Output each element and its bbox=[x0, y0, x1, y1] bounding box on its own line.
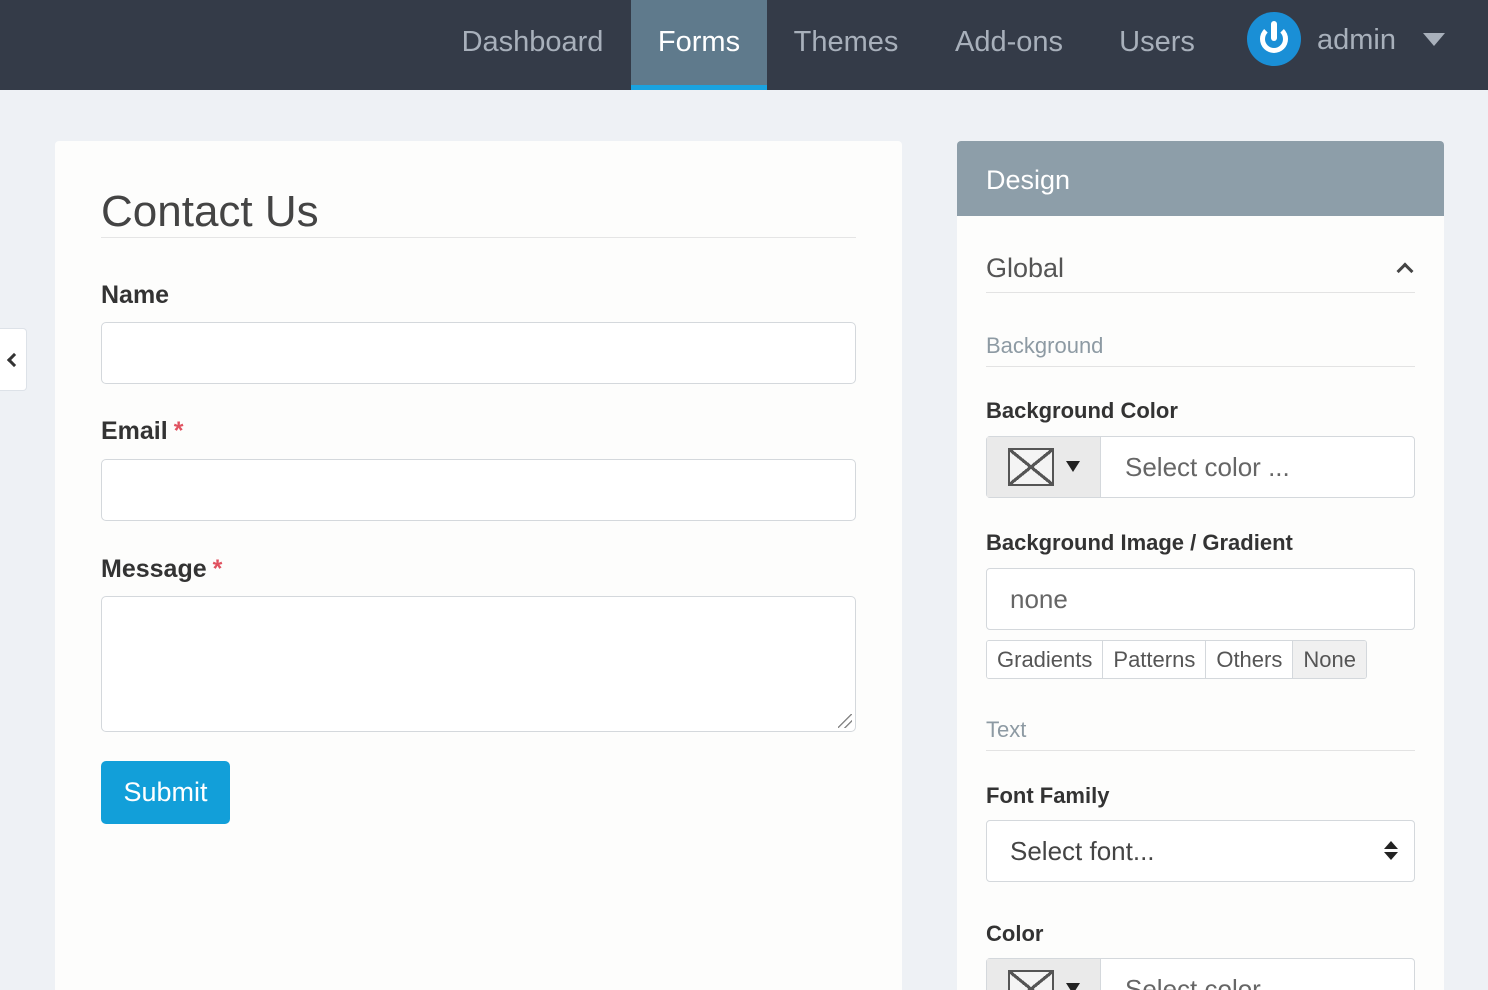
design-panel-header: Design bbox=[957, 141, 1444, 216]
background-divider bbox=[986, 366, 1415, 367]
text-color-input[interactable]: Select color ... bbox=[1125, 959, 1290, 990]
name-input[interactable] bbox=[101, 322, 856, 384]
background-heading: Background bbox=[986, 333, 1104, 358]
title-divider bbox=[101, 237, 856, 238]
sort-icon bbox=[1384, 841, 1398, 861]
gradients-button[interactable]: Gradients bbox=[987, 641, 1104, 678]
design-panel: Design Global Background Background Colo… bbox=[957, 141, 1444, 990]
caret-down-icon bbox=[1066, 983, 1080, 990]
background-color-picker[interactable]: Select color ... bbox=[986, 436, 1415, 498]
caret-down-icon[interactable] bbox=[1423, 33, 1445, 46]
patterns-button[interactable]: Patterns bbox=[1103, 641, 1207, 678]
nav-users[interactable]: Users bbox=[1104, 0, 1210, 90]
background-color-input[interactable]: Select color ... bbox=[1125, 437, 1290, 497]
font-family-select[interactable]: Select font... bbox=[986, 820, 1415, 882]
background-color-label: Background Color bbox=[986, 398, 1178, 423]
submit-button[interactable]: Submit bbox=[101, 761, 230, 824]
resize-grip-icon[interactable] bbox=[838, 714, 852, 728]
text-divider bbox=[986, 750, 1415, 751]
font-family-label: Font Family bbox=[986, 783, 1110, 808]
power-icon[interactable] bbox=[1247, 12, 1301, 66]
message-textarea[interactable] bbox=[101, 596, 856, 732]
caret-down-icon bbox=[1066, 461, 1080, 472]
background-type-buttons: Gradients Patterns Others None bbox=[986, 640, 1367, 679]
font-family-value: Select font... bbox=[1010, 836, 1155, 866]
message-label: Message * bbox=[101, 555, 223, 583]
text-heading: Text bbox=[986, 717, 1027, 742]
top-nav: Dashboard Forms Themes Add-ons Users adm… bbox=[0, 0, 1488, 90]
chevron-left-icon bbox=[6, 352, 22, 368]
form-title: Contact Us bbox=[101, 187, 319, 236]
section-global-title[interactable]: Global bbox=[986, 253, 1064, 284]
chevron-up-icon[interactable] bbox=[1396, 262, 1414, 280]
background-image-label: Background Image / Gradient bbox=[986, 530, 1293, 555]
background-image-input[interactable]: none bbox=[986, 568, 1415, 630]
nav-forms[interactable]: Forms bbox=[631, 0, 767, 90]
form-preview-card: Contact Us Name Email * Message * Submit bbox=[55, 141, 902, 990]
user-menu-name[interactable]: admin bbox=[1317, 0, 1396, 80]
text-color-picker[interactable]: Select color ... bbox=[986, 958, 1415, 990]
required-mark: * bbox=[173, 417, 184, 445]
nav-add-ons[interactable]: Add-ons bbox=[932, 0, 1086, 90]
section-divider bbox=[986, 292, 1415, 293]
color-swatch-button[interactable] bbox=[987, 437, 1101, 497]
sidebar-toggle[interactable] bbox=[0, 328, 27, 391]
none-button[interactable]: None bbox=[1293, 641, 1366, 678]
no-color-swatch-icon bbox=[1008, 448, 1054, 486]
nav-themes[interactable]: Themes bbox=[775, 0, 917, 90]
no-color-swatch-icon bbox=[1008, 970, 1054, 990]
text-color-label: Color bbox=[986, 921, 1044, 946]
color-swatch-button[interactable] bbox=[987, 959, 1101, 990]
nav-dashboard[interactable]: Dashboard bbox=[440, 0, 625, 90]
email-input[interactable] bbox=[101, 459, 856, 521]
others-button[interactable]: Others bbox=[1206, 641, 1294, 678]
email-label: Email * bbox=[101, 417, 184, 445]
name-label: Name bbox=[101, 281, 170, 309]
required-mark: * bbox=[212, 555, 223, 583]
